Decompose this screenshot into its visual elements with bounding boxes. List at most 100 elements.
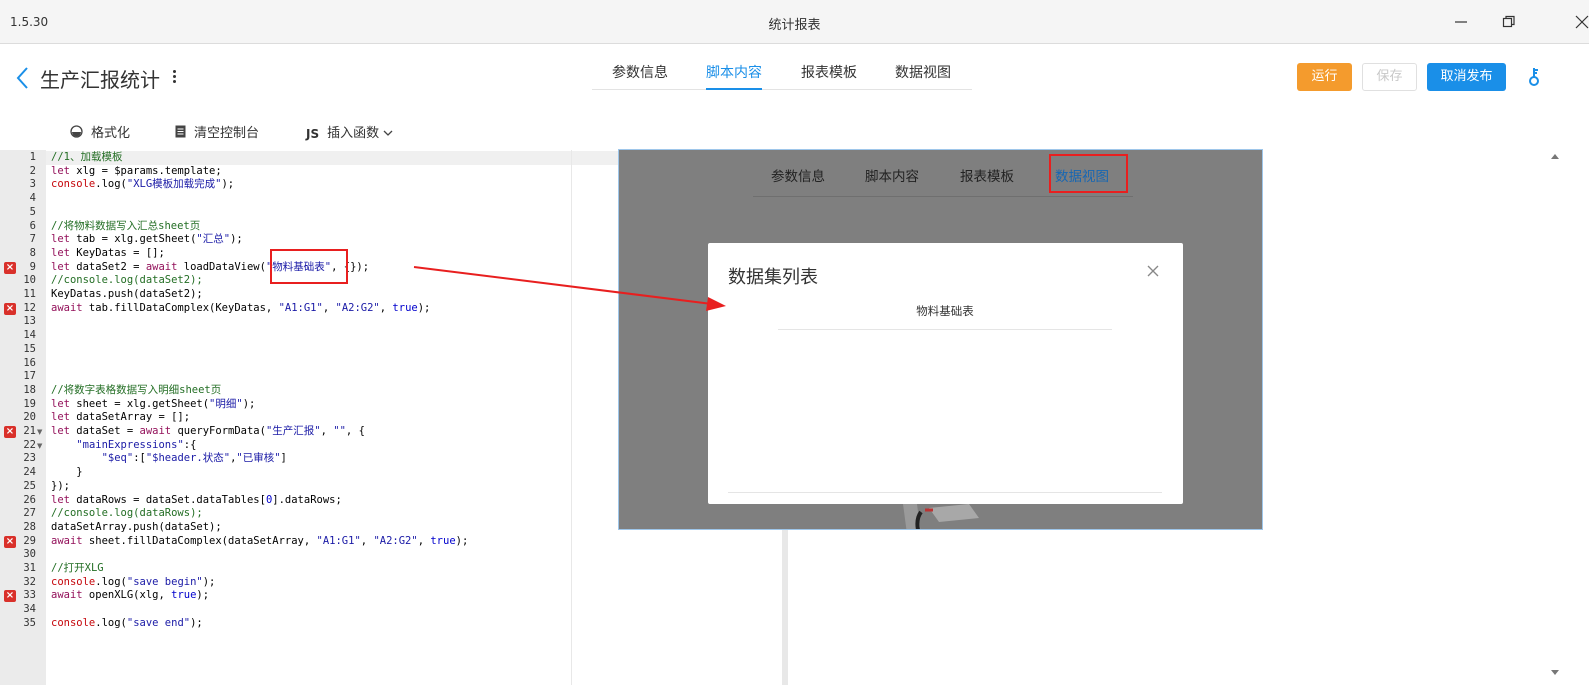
code-token: :{ — [183, 438, 197, 451]
code-token: ); — [190, 616, 203, 629]
code-token: "" — [333, 425, 346, 437]
error-marker-icon[interactable]: × — [4, 426, 16, 438]
line-number: 24 — [23, 466, 36, 479]
error-marker-icon[interactable]: × — [4, 261, 16, 274]
code-token: , — [360, 534, 374, 547]
window-title-bar: 1.5.30 统计报表 — [0, 0, 1589, 44]
code-token: true — [392, 301, 418, 314]
code-line: }); — [51, 480, 70, 494]
code-token: KeyDatas.push(dataSet2); — [51, 288, 203, 300]
code-token: //1、加载模板 — [51, 151, 123, 163]
code-token: dataSet = — [69, 425, 140, 437]
line-number: 17 — [23, 370, 36, 383]
window-title: 统计报表 — [768, 18, 821, 33]
fold-toggle-icon[interactable]: ▼ — [37, 428, 42, 436]
format-button[interactable]: 格式化 — [70, 122, 130, 142]
code-token: let — [51, 164, 70, 177]
line-number: 6 — [29, 219, 36, 232]
code-token: ] — [280, 452, 287, 465]
close-window-button[interactable] — [1567, 8, 1589, 36]
code-token: , — [322, 301, 336, 314]
insert-function-dropdown[interactable]: JS 插入函数 — [306, 122, 393, 141]
line-number: 16 — [23, 356, 36, 369]
error-marker-icon[interactable]: × — [4, 590, 16, 603]
code-token: xlg = $params.template; — [69, 164, 222, 177]
code-token: loadDataView( — [177, 260, 266, 273]
tab-script[interactable]: 脚本内容 — [706, 62, 762, 82]
code-token: .log( — [95, 575, 127, 588]
restore-button[interactable] — [1494, 8, 1524, 36]
line-number: 15 — [23, 342, 36, 355]
code-line: console.log("save end"); — [51, 617, 203, 631]
code-token: , — [379, 301, 393, 314]
code-token: } — [51, 466, 83, 479]
dataset-list-dialog: 数据集列表 物料基础表 — [708, 243, 1183, 504]
code-token: let — [51, 260, 70, 273]
code-token: , — [417, 534, 431, 547]
line-number: 34 — [23, 603, 36, 616]
code-token: "明细" — [209, 397, 243, 410]
minimize-button[interactable] — [1446, 8, 1476, 36]
error-marker-icon[interactable]: × — [4, 302, 16, 315]
line-number: 30 — [23, 548, 36, 561]
code-token: dataRows = dataSet.dataTables[ — [69, 493, 266, 506]
code-token: .log( — [95, 616, 127, 629]
code-line: "mainExpressions":{ — [51, 439, 196, 453]
restore-icon — [1502, 15, 1515, 28]
run-button[interactable]: 运行 — [1297, 63, 1352, 91]
code-line: let xlg = $params.template; — [51, 165, 222, 179]
code-token: dataSet2 = — [69, 260, 146, 273]
code-token: sheet.fillDataComplex(dataSetArray, — [82, 534, 317, 547]
code-token: "save end" — [126, 616, 191, 629]
insert-function-label: 插入函数 — [327, 126, 380, 141]
code-token: //console.log(dataSet2); — [51, 274, 203, 287]
line-number: 26 — [23, 493, 36, 506]
line-number: 25 — [23, 479, 36, 492]
scrollbar[interactable] — [1548, 150, 1562, 685]
code-token: //将物料数据写入汇总sheet页 — [51, 219, 201, 232]
save-button[interactable]: 保存 — [1362, 63, 1417, 91]
code-token: ); — [202, 575, 216, 588]
unpublish-button[interactable]: 取消发布 — [1427, 63, 1506, 91]
tab-params[interactable]: 参数信息 — [612, 62, 668, 82]
chevron-left-icon — [16, 67, 28, 89]
code-line: KeyDatas.push(dataSet2); — [51, 288, 203, 302]
code-token: //打开XLG — [51, 562, 104, 574]
tab-data-view[interactable]: 数据视图 — [895, 62, 951, 82]
code-token: let — [51, 397, 70, 410]
line-number: 8 — [29, 246, 36, 259]
code-line: await openXLG(xlg, true); — [51, 589, 209, 603]
code-token: "A2:G2" — [335, 301, 380, 314]
active-tab-indicator — [706, 88, 762, 90]
error-marker-icon[interactable]: × — [4, 535, 16, 548]
fold-toggle-icon[interactable]: ▼ — [37, 442, 42, 450]
code-token: .log( — [95, 178, 127, 191]
overlay-tab-params: 参数信息 — [771, 169, 825, 185]
code-line: await tab.fillDataComplex(KeyDatas, "A1:… — [51, 302, 430, 316]
code-token: ); — [230, 233, 243, 246]
key-icon[interactable] — [1525, 66, 1543, 88]
back-button[interactable] — [14, 66, 32, 90]
clear-console-label: 清空控制台 — [194, 126, 260, 141]
code-line: let dataRows = dataSet.dataTables[0].dat… — [51, 494, 342, 508]
overlay-tab-script: 脚本内容 — [865, 169, 919, 185]
more-menu-button[interactable] — [168, 68, 180, 88]
code-token: , { — [345, 425, 365, 437]
code-token: tab.fillDataComplex(KeyDatas, — [82, 301, 279, 314]
code-token: ); — [455, 534, 469, 547]
code-token: "mainExpressions" — [76, 438, 184, 451]
code-line: await sheet.fillDataComplex(dataSetArray… — [51, 535, 468, 549]
js-icon: JS — [306, 126, 320, 141]
highlight-box-dataset-name — [270, 249, 348, 284]
overlay-tab-underline — [753, 196, 1133, 197]
code-token: await — [145, 260, 178, 273]
main-tabs: 参数信息 脚本内容 报表模板 数据视图 — [592, 54, 972, 90]
code-token: "汇总" — [196, 233, 231, 246]
background-image-fragment — [899, 504, 989, 529]
code-token: let — [51, 233, 70, 246]
tab-template[interactable]: 报表模板 — [801, 62, 857, 82]
highlight-box-data-view — [1049, 154, 1128, 193]
clear-console-button[interactable]: 清空控制台 — [175, 122, 259, 142]
